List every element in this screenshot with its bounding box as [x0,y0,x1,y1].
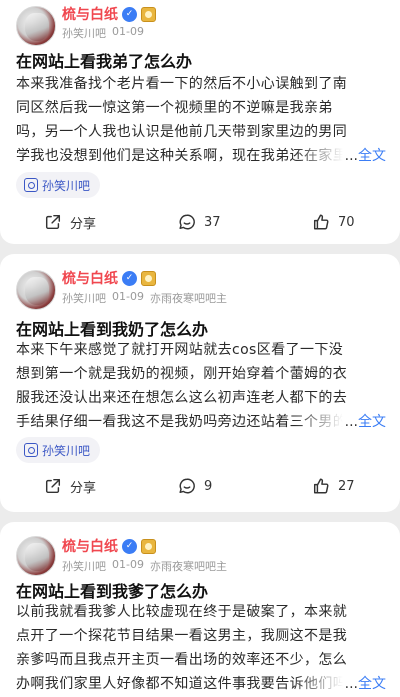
expand-link[interactable]: ...全文 [343,672,386,696]
author-role: 亦雨夜寒吧吧主 [149,292,227,305]
body-line: 服我还没认出来还在想怎么这么初声连老人都下的去 [16,390,348,406]
forum-tag-label: 孙笑川吧 [42,443,91,458]
comment-icon [179,478,195,494]
action-bar: 分享 37 70 [0,210,400,234]
body-line: 本来下午来感觉了就打开网站就去cos区看了一下没 [16,342,344,358]
share-button[interactable]: 分享 [44,474,96,498]
avatar[interactable] [16,536,56,576]
forum-tag-icon [24,178,38,192]
comment-count: 9 [204,478,213,494]
body-line: 吗，另一个人我也认识是他前几天带到家里边的男同 [16,124,348,140]
post-meta: 孙笑川吧 01-09 [62,25,150,41]
share-button[interactable]: 分享 [44,210,96,234]
level-badge-icon [141,270,156,286]
author-row: 梳与白纸 ✓ [62,536,156,556]
body-last-line: 办啊我们家里人好像都不知道这件事我要告诉他们吗 ...全文 [16,672,386,696]
body-line: 想到第一个就是我奶的视频，刚开始穿着个蕾姆的衣 [16,366,348,382]
body-line: 点开了一个探花节目结果一看这男主，我厕这不是我 [16,628,348,644]
like-count: 70 [338,214,355,230]
author-role: 亦雨夜寒吧吧主 [149,560,227,573]
post-card[interactable]: 梳与白纸 ✓ 孙笑川吧 01-09 亦雨夜寒吧吧主 在网站上看到我爹了怎么办 以… [0,522,400,697]
level-badge-icon [141,6,156,22]
forum-tag-icon [24,443,38,457]
post-meta: 孙笑川吧 01-09 亦雨夜寒吧吧主 [62,558,227,574]
ellipsis: ... [344,414,358,430]
author-name[interactable]: 梳与白纸 [62,4,118,24]
post-title[interactable]: 在网站上看我弟了怎么办 [16,48,192,72]
author-name[interactable]: 梳与白纸 [62,268,118,288]
share-label: 分享 [70,480,97,496]
body-line: 亲爹吗而且我点开主页一看出场的效率还不少，怎么 [16,652,348,668]
post-meta: 孙笑川吧 01-09 亦雨夜寒吧吧主 [62,290,227,306]
ellipsis: ... [344,676,358,692]
author-row: 梳与白纸 ✓ [62,4,156,24]
v-badge-icon: ✓ [122,538,137,554]
post-title[interactable]: 在网站上看到我爹了怎么办 [16,578,208,602]
post-body[interactable]: 本来我准备找个老片看一下的然后不小心误触到了南 同区然后我一惊这第一个视频里的不… [16,72,386,168]
author-row: 梳与白纸 ✓ [62,268,156,288]
like-count: 27 [338,478,355,494]
body-line: 办啊我们家里人好像都不知道这件事我要告诉他们吗 [16,676,343,692]
like-button[interactable]: 27 [312,474,355,498]
post-body[interactable]: 以前我就看我爹人比较虚现在终于是破案了，本来就 点开了一个探花节目结果一看这男主… [16,600,386,696]
action-bar: 分享 9 27 [0,474,400,498]
body-line: 学我也没想到他们是这种关系啊，现在我弟还在家里 [16,148,343,164]
forum-name: 孙笑川吧 [62,560,106,573]
share-icon [45,478,61,494]
body-last-line: 手结果仔细一看我这不是我奶吗旁边还站着三个男的 ...全文 [16,410,386,434]
expand-link[interactable]: ...全文 [343,144,386,168]
thumbs-up-icon [313,478,329,494]
post-header: 梳与白纸 ✓ 孙笑川吧 01-09 亦雨夜寒吧吧主 [16,266,386,322]
level-badge-icon [141,538,156,554]
comment-icon [179,214,195,230]
expand-link[interactable]: ...全文 [343,410,386,434]
share-icon [45,214,61,230]
full-text-link[interactable]: 全文 [358,414,386,430]
body-line: 手结果仔细一看我这不是我奶吗旁边还站着三个男的 [16,414,343,430]
post-title[interactable]: 在网站上看到我奶了怎么办 [16,316,208,340]
avatar[interactable] [16,6,56,46]
forum-tag[interactable]: 孙笑川吧 [16,172,101,198]
post-date: 01-09 [112,290,144,303]
like-button[interactable]: 70 [312,210,355,234]
post-feed: 梳与白纸 ✓ 孙笑川吧 01-09 在网站上看我弟了怎么办 本来我准备找个老片看… [0,0,400,697]
share-label: 分享 [70,216,97,232]
forum-tag[interactable]: 孙笑川吧 [16,437,101,463]
post-date: 01-09 [112,25,144,38]
post-body[interactable]: 本来下午来感觉了就打开网站就去cos区看了一下没 想到第一个就是我奶的视频，刚开… [16,338,386,434]
ellipsis: ... [344,148,358,164]
full-text-link[interactable]: 全文 [358,148,386,164]
v-badge-icon: ✓ [122,6,137,22]
avatar[interactable] [16,270,56,310]
forum-tag-label: 孙笑川吧 [42,178,91,193]
post-date: 01-09 [112,558,144,571]
post-card[interactable]: 梳与白纸 ✓ 孙笑川吧 01-09 在网站上看我弟了怎么办 本来我准备找个老片看… [0,0,400,244]
post-card[interactable]: 梳与白纸 ✓ 孙笑川吧 01-09 亦雨夜寒吧吧主 在网站上看到我奶了怎么办 本… [0,254,400,512]
body-line: 同区然后我一惊这第一个视频里的不逆嘛是我亲弟 [16,100,333,116]
body-line: 以前我就看我爹人比较虚现在终于是破案了，本来就 [16,604,348,620]
comment-count: 37 [204,214,221,230]
comment-button[interactable]: 37 [178,210,221,234]
v-badge-icon: ✓ [122,270,137,286]
thumbs-up-icon [313,214,329,230]
body-line: 本来我准备找个老片看一下的然后不小心误触到了南 [16,76,348,92]
forum-name: 孙笑川吧 [62,27,106,40]
body-last-line: 学我也没想到他们是这种关系啊，现在我弟还在家里 ...全文 [16,144,386,168]
author-name[interactable]: 梳与白纸 [62,536,118,556]
forum-name: 孙笑川吧 [62,292,106,305]
comment-button[interactable]: 9 [178,474,212,498]
full-text-link[interactable]: 全文 [358,676,386,692]
